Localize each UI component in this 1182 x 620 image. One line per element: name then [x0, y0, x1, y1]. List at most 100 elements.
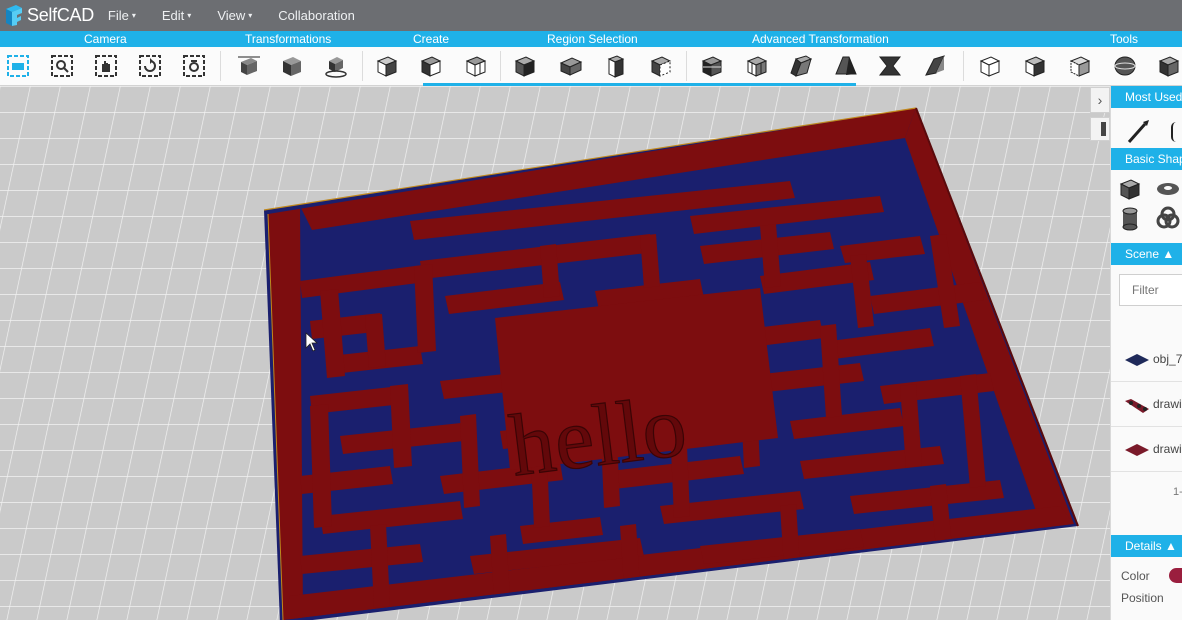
- drawing-shape-icon: [1125, 444, 1149, 456]
- subdivide-button[interactable]: [742, 51, 772, 81]
- knot-icon[interactable]: [1155, 206, 1181, 232]
- cylinder-icon[interactable]: [1117, 206, 1143, 232]
- scale-icon: [325, 57, 347, 78]
- menu-file[interactable]: File ▾: [108, 8, 136, 23]
- scene-item[interactable]: obj_7: [1111, 338, 1182, 382]
- tool-more-button[interactable]: [1154, 51, 1182, 81]
- scale-button[interactable]: [321, 51, 351, 81]
- chevron-right-icon: ›: [1097, 92, 1103, 108]
- create-shape-button[interactable]: [372, 51, 402, 81]
- select-edge-button[interactable]: [556, 51, 586, 81]
- cube-icon[interactable]: [1117, 176, 1143, 202]
- menu-view[interactable]: View ▾: [217, 8, 252, 23]
- cam-rotate-button[interactable]: [135, 51, 165, 81]
- paintbrush-icon[interactable]: [1125, 118, 1151, 144]
- mirror-cube-icon: [1069, 56, 1091, 77]
- position-label: Position: [1121, 591, 1164, 605]
- extrusion-button[interactable]: [786, 51, 816, 81]
- select-vertex-button[interactable]: [510, 51, 540, 81]
- flat-cube-icon: [559, 57, 583, 76]
- select-object-button[interactable]: [646, 51, 676, 81]
- scene-pager[interactable]: 1-: [1173, 486, 1182, 498]
- scene-item[interactable]: drawi: [1111, 428, 1182, 472]
- selfcad-logo-icon: [6, 4, 22, 26]
- move-icon: [238, 56, 260, 75]
- panel-collapse-button[interactable]: ›: [1090, 87, 1110, 113]
- cam-pan-button[interactable]: [91, 51, 121, 81]
- most-used-header[interactable]: Most Used: [1111, 86, 1182, 108]
- create-text-button[interactable]: [461, 51, 491, 81]
- toolbar-separator: [963, 51, 964, 81]
- move-button[interactable]: [234, 51, 264, 81]
- panel-cube-icon: [465, 56, 487, 77]
- side-panel: Most Used Basic Shap Scene ▲ obj_7 drawi…: [1110, 86, 1182, 620]
- caret-up-icon: ▲: [1165, 539, 1177, 553]
- hand-icon: [95, 55, 117, 77]
- menu-collaboration[interactable]: Collaboration: [278, 8, 355, 23]
- scene-header[interactable]: Scene ▲: [1111, 243, 1182, 265]
- caret-up-icon: ▲: [1162, 247, 1175, 261]
- toolbar-separator: [220, 51, 221, 81]
- twist-button[interactable]: [875, 51, 905, 81]
- group-create[interactable]: Create: [413, 31, 449, 47]
- grid-cube-icon: [746, 56, 768, 77]
- toolbar-separator: [686, 51, 687, 81]
- cam-zoom-button[interactable]: [47, 51, 77, 81]
- scene-item[interactable]: drawi: [1111, 383, 1182, 427]
- sketch-cube-icon: [420, 56, 442, 77]
- toolbar-group-bar: Camera Transformations Create Region Sel…: [0, 31, 1182, 47]
- menu-bar: SelfCAD File ▾ Edit ▾ View ▾ Collaboration: [0, 0, 1182, 31]
- group-transformations[interactable]: Transformations: [245, 31, 331, 47]
- gem-cube-icon: [1158, 56, 1180, 77]
- group-region-selection[interactable]: Region Selection: [547, 31, 638, 47]
- toolbar-separator: [500, 51, 501, 81]
- rotate-object-button[interactable]: [277, 51, 307, 81]
- toolbar: [0, 47, 1182, 86]
- panel-toggle-icon: [1101, 122, 1106, 136]
- bend-icon: [925, 55, 945, 76]
- cam-2d-3d-button[interactable]: [3, 51, 33, 81]
- tool-sphere-button[interactable]: [1110, 51, 1140, 81]
- selfcad-app: SelfCAD File ▾ Edit ▾ View ▾ Collaboration …: [0, 0, 1182, 620]
- scene-filter-input[interactable]: [1119, 274, 1182, 306]
- viewport-canvas[interactable]: hello: [0, 86, 1110, 620]
- stacked-cube-icon: [701, 56, 723, 77]
- basic-shapes-header[interactable]: Basic Shap: [1111, 148, 1182, 170]
- tool-mirror-button[interactable]: [1065, 51, 1095, 81]
- tall-cube-icon: [607, 55, 625, 78]
- cam-reset-button[interactable]: [179, 51, 209, 81]
- tool-measure-button[interactable]: [975, 51, 1005, 81]
- zoom-icon: [51, 55, 73, 77]
- camera-icon: [183, 55, 205, 77]
- color-picker[interactable]: [1169, 568, 1182, 583]
- 3d-viewport[interactable]: hello: [0, 86, 1110, 620]
- group-tools[interactable]: Tools: [1110, 31, 1138, 47]
- skewed-cube-icon: [790, 55, 813, 77]
- create-sketch-button[interactable]: [416, 51, 446, 81]
- bend-button[interactable]: [920, 51, 950, 81]
- twist-icon: [878, 56, 902, 76]
- half-cube-icon: [1024, 56, 1046, 77]
- panel-toggle-button[interactable]: [1090, 117, 1110, 141]
- menu-edit[interactable]: Edit ▾: [162, 8, 191, 23]
- color-label: Color: [1121, 569, 1150, 583]
- cube-rotate-icon: [283, 57, 301, 76]
- tool-align-button[interactable]: [1020, 51, 1050, 81]
- taper-button[interactable]: [831, 51, 861, 81]
- select-face-button[interactable]: [601, 51, 631, 81]
- details-header[interactable]: Details ▲: [1111, 535, 1182, 557]
- dotted-cube-icon: [650, 56, 672, 77]
- group-advanced-transformation[interactable]: Advanced Transformation: [752, 31, 889, 47]
- torus-icon[interactable]: [1155, 176, 1181, 202]
- app-name: SelfCAD: [27, 5, 94, 25]
- caret-down-icon: ▾: [131, 11, 136, 20]
- partial-tool-icon[interactable]: [1171, 122, 1181, 142]
- camera-3d-icon: [7, 55, 29, 77]
- app-logo: SelfCAD: [0, 0, 94, 31]
- drawing-shape-icon: [1125, 399, 1149, 413]
- toolbar-separator: [362, 51, 363, 81]
- stitch-scoop-button[interactable]: [697, 51, 727, 81]
- group-camera[interactable]: Camera: [84, 31, 127, 47]
- caret-down-icon: ▾: [187, 11, 192, 20]
- caret-down-icon: ▾: [248, 11, 253, 20]
